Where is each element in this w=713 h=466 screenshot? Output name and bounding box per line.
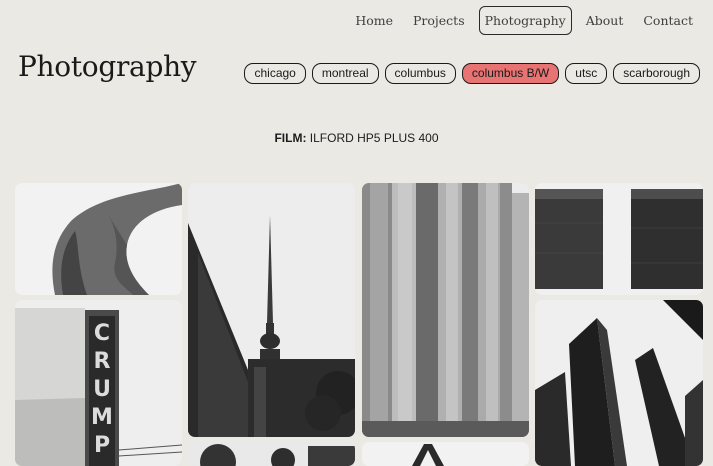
svg-text:P: P [94,433,110,458]
svg-text:C: C [94,321,110,346]
filter-scarborough[interactable]: scarborough [613,63,700,84]
film-label: FILM: [274,131,307,145]
photo-crump-sign[interactable]: C R U M P [15,300,182,466]
filter-columbus[interactable]: columbus [384,63,456,84]
page-title: Photography [18,50,197,83]
photo-brick-blocks[interactable] [535,183,703,295]
photo-letter-a-sculpture[interactable] [362,442,529,466]
svg-text:U: U [93,377,111,402]
filter-utsc[interactable]: utsc [565,63,608,84]
photo-stone-pillars[interactable] [362,183,529,437]
nav-home[interactable]: Home [349,6,399,35]
svg-text:M: M [91,405,113,430]
location-filters: chicago montreal columbus columbus B/W u… [244,63,700,84]
top-nav: Home Projects Photography About Contact [349,6,699,35]
nav-photography[interactable]: Photography [478,6,572,35]
photo-church-spire[interactable] [188,183,355,437]
nav-about[interactable]: About [580,6,630,35]
film-info: FILM: ILFORD HP5 PLUS 400 [0,131,713,145]
photo-angled-monoliths[interactable] [535,300,703,466]
filter-chicago[interactable]: chicago [244,63,306,84]
svg-text:R: R [94,349,111,374]
nav-contact[interactable]: Contact [637,6,699,35]
photo-sculpture-curve[interactable] [15,183,182,295]
film-value: ILFORD HP5 PLUS 400 [306,131,439,145]
filter-columbus-bw[interactable]: columbus B/W [461,63,560,84]
photo-tree-building[interactable] [188,442,355,466]
filter-montreal[interactable]: montreal [311,63,379,84]
nav-projects[interactable]: Projects [407,6,471,35]
